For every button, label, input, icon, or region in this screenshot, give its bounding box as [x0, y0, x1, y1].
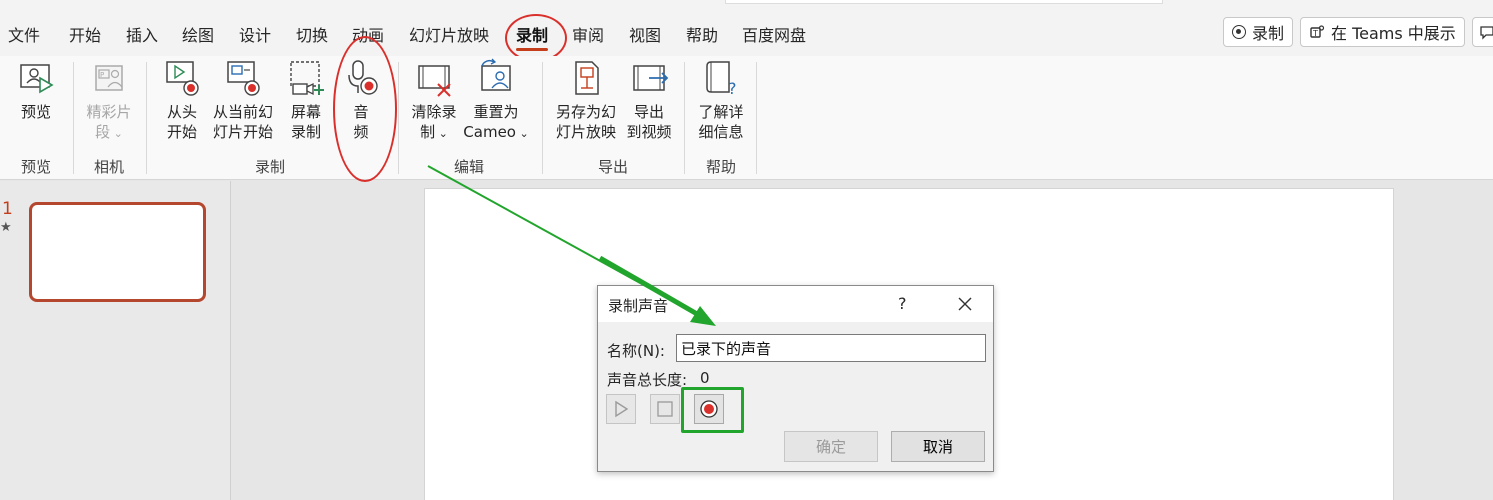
export-to-video-label-line2: 到视频 [626, 123, 672, 141]
dialog-help-button[interactable]: ? [898, 294, 907, 313]
reset-to-cameo-label-line2: Cameo [463, 123, 516, 141]
record-button[interactable]: 录制 [1223, 17, 1294, 47]
play-button[interactable] [606, 394, 636, 424]
teams-icon: T [1310, 25, 1325, 38]
group-separator [398, 62, 399, 174]
learn-more-label-line2: 细信息 [698, 123, 744, 141]
record-sound-dialog: 录制声音 ? 名称(N): 声音总长度: 0 确定 取消 [597, 285, 994, 472]
group-separator [756, 62, 757, 174]
annotation-circle-audio-button [333, 36, 397, 182]
screen-recording-label-line1: 屏幕 [290, 103, 321, 121]
group-separator [146, 62, 147, 174]
cameo-label-line2: 段 [95, 123, 111, 141]
tab-design[interactable]: 设计 [239, 22, 271, 46]
tab-slideshow[interactable]: 幻灯片放映 [409, 22, 489, 46]
sound-length-value: 0 [700, 369, 710, 387]
learn-more-label-line1: 了解详 [698, 103, 744, 121]
close-icon[interactable] [956, 295, 974, 313]
name-label: 名称(N): [607, 342, 665, 360]
group-separator [542, 62, 543, 174]
save-as-show-label-line1: 另存为幻 [555, 103, 616, 121]
tab-file[interactable]: 文件 [8, 22, 40, 46]
tab-transitions[interactable]: 切换 [296, 22, 328, 46]
chevron-down-icon: ⌄ [515, 127, 529, 140]
ribbon: 预览 预览 P 精彩片 段 ⌄ 相机 从头 开始 从当前幻 灯片开始 屏幕 录制… [0, 56, 1493, 180]
tab-review[interactable]: 审阅 [572, 22, 604, 46]
chevron-down-icon: ⌄ [110, 127, 123, 140]
save-as-show-icon [575, 61, 599, 95]
comment-icon [1480, 26, 1493, 40]
group-label-camera: 相机 [93, 158, 124, 176]
group-label-export: 导出 [597, 158, 628, 176]
cancel-button[interactable]: 取消 [891, 431, 985, 462]
group-label-help: 帮助 [705, 158, 736, 176]
sound-length-label: 声音总长度: [607, 371, 688, 389]
cameo-label-line1: 精彩片 [86, 103, 132, 121]
help-book-icon: ? [706, 61, 737, 98]
preview-button-label: 预览 [20, 103, 51, 121]
name-input[interactable] [676, 334, 986, 362]
clear-recording-label-line1: 清除录 [411, 103, 457, 121]
screen-recording-label-line2: 录制 [290, 123, 321, 141]
record-from-start-icon [166, 61, 199, 96]
cameo-icon: P [95, 65, 123, 91]
reset-to-cameo-icon [481, 58, 511, 91]
group-label-preview: 预览 [20, 158, 51, 176]
preview-button[interactable]: 预览 [12, 58, 60, 122]
title-search-edge [725, 0, 1163, 4]
group-separator [73, 62, 74, 174]
record-from-start-label-line1: 从头 [166, 103, 197, 121]
ok-button[interactable]: 确定 [784, 431, 878, 462]
present-in-teams-label: 在 Teams 中展示 [1331, 24, 1456, 43]
reset-to-cameo-label-line1: 重置为 [473, 103, 519, 121]
dialog-titlebar: 录制声音 ? [598, 286, 993, 322]
menu-bar: 文件 开始 插入 绘图 设计 切换 动画 幻灯片放映 录制 审阅 视图 帮助 百… [0, 0, 1493, 62]
slide-number: 1 [2, 199, 13, 219]
annotation-circle-recording-tab [505, 14, 567, 62]
clear-recording-label-line2: 制 [420, 123, 436, 141]
chevron-down-icon: ⌄ [435, 127, 448, 140]
record-from-start-label-line2: 开始 [166, 123, 197, 141]
tab-help[interactable]: 帮助 [686, 22, 718, 46]
record-from-start-button[interactable]: 从头 开始 [160, 58, 204, 142]
record-icon [1232, 25, 1246, 39]
play-icon [615, 400, 629, 418]
tab-insert[interactable]: 插入 [126, 22, 158, 46]
screen-recording-icon [290, 61, 324, 96]
record-button-label: 录制 [1252, 24, 1285, 43]
annotation-box-record-button [681, 387, 744, 433]
export-to-video-label-line1: 导出 [633, 103, 664, 121]
present-in-teams-button[interactable]: T 在 Teams 中展示 [1300, 17, 1465, 47]
group-separator [684, 62, 685, 174]
record-from-current-icon [227, 61, 260, 96]
tab-view[interactable]: 视图 [629, 22, 661, 46]
dialog-title: 录制声音 [608, 297, 669, 315]
clear-recording-icon [418, 65, 451, 97]
record-from-current-button[interactable]: 从当前幻 灯片开始 [210, 58, 276, 142]
cameo-button[interactable]: P 精彩片 段 ⌄ [83, 58, 135, 144]
stop-button[interactable] [650, 394, 680, 424]
svg-text:T: T [1312, 29, 1318, 38]
learn-more-button[interactable]: ? 了解详 细信息 [694, 58, 748, 142]
svg-text:P: P [100, 71, 104, 79]
tab-baidu-netdisk[interactable]: 百度网盘 [742, 22, 806, 46]
comments-button[interactable] [1472, 17, 1493, 47]
export-to-video-icon [633, 65, 669, 91]
group-label-edit: 编辑 [453, 158, 484, 176]
export-to-video-button[interactable]: 导出 到视频 [624, 58, 674, 142]
clear-recording-button[interactable]: 清除录 制 ⌄ [408, 58, 460, 144]
record-from-current-label-line2: 灯片开始 [212, 123, 273, 141]
svg-text:?: ? [728, 79, 737, 98]
screen-recording-button[interactable]: 屏幕 录制 [284, 58, 328, 142]
record-from-current-label-line1: 从当前幻 [212, 103, 273, 121]
reset-to-cameo-button[interactable]: 重置为 Cameo ⌄ [462, 58, 530, 144]
save-as-show-button[interactable]: 另存为幻 灯片放映 [552, 58, 620, 142]
slide-animation-star-icon: ★ [0, 220, 12, 235]
stop-icon [657, 401, 673, 417]
save-as-show-label-line2: 灯片放映 [555, 123, 616, 141]
tab-draw[interactable]: 绘图 [182, 22, 214, 46]
tab-home[interactable]: 开始 [69, 22, 101, 46]
slide-thumbnail[interactable] [29, 202, 206, 302]
preview-icon [20, 64, 54, 94]
